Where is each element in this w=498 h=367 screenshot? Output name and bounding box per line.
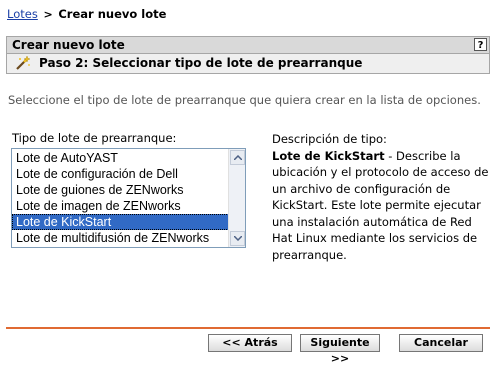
- breadcrumb-separator-icon: >: [43, 8, 53, 21]
- type-description-text: - Describe la ubicación y el protocolo d…: [272, 148, 489, 262]
- footer-divider: [6, 327, 490, 329]
- cancel-button[interactable]: Cancelar: [399, 334, 483, 352]
- chevron-up-icon: [234, 155, 242, 160]
- list-item-selected[interactable]: Lote de KickStart: [12, 214, 229, 230]
- list-item[interactable]: Lote de guiones de ZENworks: [12, 182, 229, 198]
- type-description: Descripción de tipo: Lote de KickStart -…: [272, 131, 492, 263]
- listbox-items: Lote de AutoYAST Lote de configuración d…: [12, 150, 229, 246]
- scroll-up-button[interactable]: [230, 150, 245, 165]
- breadcrumb-link-lotes[interactable]: Lotes: [7, 7, 38, 21]
- type-description-body: Lote de KickStart - Describe la ubicació…: [272, 148, 492, 264]
- list-item[interactable]: Lote de configuración de Dell: [12, 166, 229, 182]
- wizard-step-bar: Paso 2: Seleccionar tipo de lote de prea…: [6, 54, 490, 74]
- breadcrumb: Lotes > Crear nuevo lote: [7, 7, 166, 21]
- wizard-wand-icon: [15, 55, 31, 71]
- instructions-text: Seleccione el tipo de lote de prearranqu…: [8, 93, 481, 107]
- type-description-label: Descripción de tipo:: [272, 132, 387, 146]
- next-button[interactable]: Siguiente >>: [300, 334, 380, 365]
- help-icon[interactable]: ?: [474, 38, 487, 51]
- bundle-type-list-label: Tipo de lote de prearranque:: [12, 131, 177, 145]
- type-description-name: Lote de KickStart: [272, 148, 385, 163]
- list-item[interactable]: Lote de multidifusión de ZENworks: [12, 230, 229, 246]
- listbox-scrollbar[interactable]: [228, 149, 245, 247]
- breadcrumb-current: Crear nuevo lote: [58, 7, 167, 21]
- panel-title-bar: Crear nuevo lote ?: [6, 36, 490, 54]
- list-item[interactable]: Lote de imagen de ZENworks: [12, 198, 229, 214]
- scroll-down-button[interactable]: [230, 231, 245, 246]
- bundle-type-listbox[interactable]: Lote de AutoYAST Lote de configuración d…: [11, 148, 246, 248]
- chevron-down-icon: [234, 236, 242, 241]
- back-button[interactable]: << Atrás: [208, 334, 292, 352]
- step-title: Paso 2: Seleccionar tipo de lote de prea…: [39, 56, 363, 70]
- panel-title: Crear nuevo lote: [12, 38, 125, 52]
- list-item[interactable]: Lote de AutoYAST: [12, 150, 229, 166]
